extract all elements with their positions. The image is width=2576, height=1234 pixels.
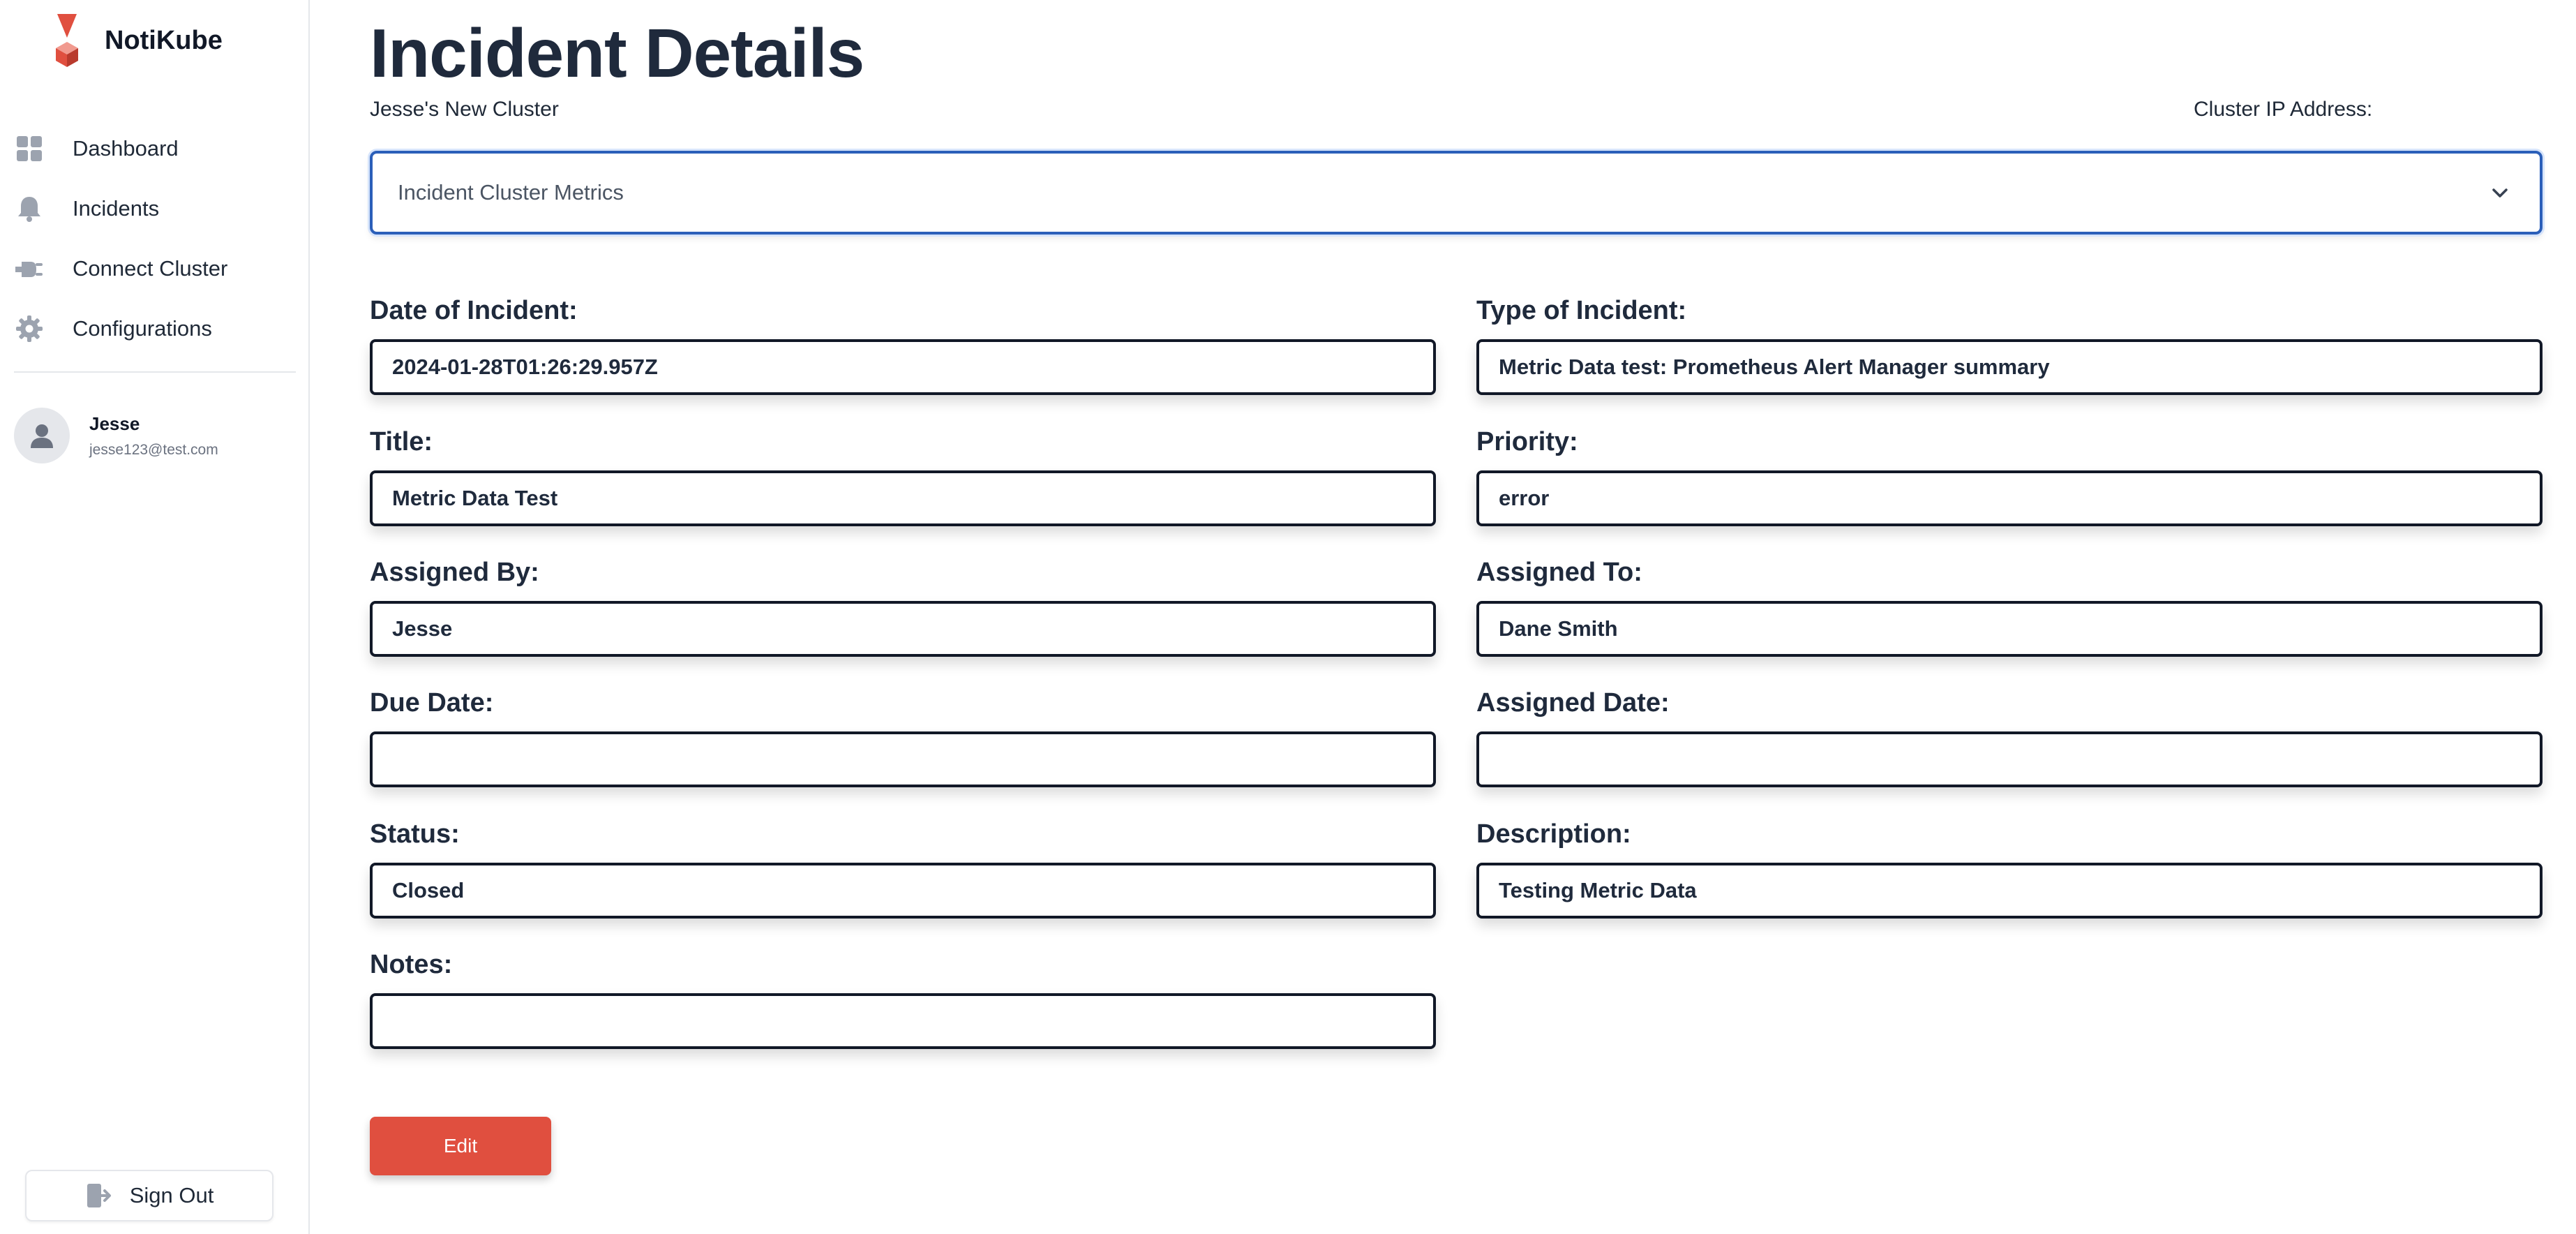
cluster-name: Jesse's New Cluster <box>370 98 559 121</box>
priority-label: Priority: <box>1476 427 1578 456</box>
dashboard-grid-icon <box>14 133 45 164</box>
type-of-incident-field[interactable]: Metric Data test: Prometheus Alert Manag… <box>1476 339 2543 395</box>
assigned-by-field[interactable]: Jesse <box>370 601 1436 657</box>
edit-button[interactable]: Edit <box>370 1117 551 1175</box>
sidebar: NotiKube Dashboard Incidents Connect Clu… <box>0 0 310 1234</box>
description-label: Description: <box>1476 819 1631 849</box>
type-of-incident-label: Type of Incident: <box>1476 296 1687 325</box>
sidebar-item-label: Incidents <box>73 196 160 221</box>
sidebar-divider <box>14 371 296 373</box>
sidebar-item-connect-cluster[interactable]: Connect Cluster <box>14 239 293 299</box>
page-title: Incident Details <box>370 15 864 91</box>
assigned-to-field[interactable]: Dane Smith <box>1476 601 2543 657</box>
assigned-date-label: Assigned Date: <box>1476 688 1670 718</box>
gear-icon <box>14 313 45 344</box>
sign-out-button[interactable]: Sign Out <box>25 1170 274 1221</box>
sidebar-item-dashboard[interactable]: Dashboard <box>14 119 293 179</box>
bell-icon <box>14 193 45 224</box>
user-profile[interactable]: Jesse jesse123@test.com <box>14 408 218 463</box>
status-field[interactable]: Closed <box>370 863 1436 919</box>
due-date-field[interactable] <box>370 731 1436 787</box>
notikube-logo-icon <box>56 14 78 67</box>
assigned-by-label: Assigned By: <box>370 558 539 587</box>
cluster-ip-label: Cluster IP Address: <box>2194 98 2373 121</box>
status-label: Status: <box>370 819 460 849</box>
notes-field[interactable] <box>370 993 1436 1049</box>
sidebar-item-label: Connect Cluster <box>73 256 228 281</box>
notes-label: Notes: <box>370 950 453 979</box>
select-label: Incident Cluster Metrics <box>398 180 624 205</box>
user-email: jesse123@test.com <box>89 441 218 458</box>
description-field[interactable]: Testing Metric Data <box>1476 863 2543 919</box>
plug-icon <box>14 253 45 284</box>
date-of-incident-label: Date of Incident: <box>370 296 578 325</box>
sidebar-item-incidents[interactable]: Incidents <box>14 179 293 239</box>
app-name: NotiKube <box>105 25 223 55</box>
title-field[interactable]: Metric Data Test <box>370 470 1436 526</box>
sidebar-nav: Dashboard Incidents Connect Cluster Conf… <box>14 119 293 359</box>
user-name: Jesse <box>89 412 140 434</box>
main-content: Incident Details Jesse's New Cluster Clu… <box>370 0 2544 1234</box>
user-avatar-icon <box>14 408 70 463</box>
sign-out-label: Sign Out <box>129 1183 214 1207</box>
assigned-to-label: Assigned To: <box>1476 558 1642 587</box>
brand[interactable]: NotiKube <box>54 14 223 67</box>
sidebar-item-configurations[interactable]: Configurations <box>14 299 293 359</box>
assigned-date-field[interactable] <box>1476 731 2543 787</box>
incident-cluster-metrics-select[interactable]: Incident Cluster Metrics <box>370 151 2543 235</box>
sign-out-icon <box>87 1184 111 1207</box>
title-label: Title: <box>370 427 433 456</box>
priority-field[interactable]: error <box>1476 470 2543 526</box>
sidebar-item-label: Dashboard <box>73 136 179 161</box>
chevron-down-icon <box>2492 188 2508 198</box>
sidebar-item-label: Configurations <box>73 316 212 341</box>
due-date-label: Due Date: <box>370 688 494 718</box>
date-of-incident-field[interactable]: 2024-01-28T01:26:29.957Z <box>370 339 1436 395</box>
